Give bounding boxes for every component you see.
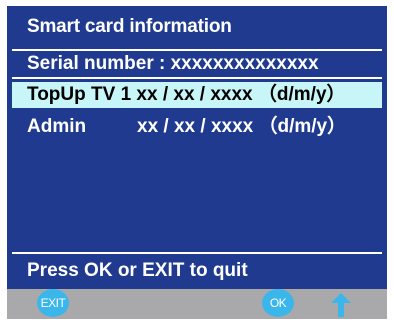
serial-number-label: Serial number : xxxxxxxxxxxxxx	[27, 53, 319, 74]
info-panel: Smart card information Serial number : x…	[7, 6, 387, 289]
admin-date: xx / xx / xxxx （d/m/y）	[137, 116, 347, 137]
footer-instruction: Press OK or EXIT to quit	[27, 260, 248, 281]
exit-button[interactable]: EXIT	[37, 289, 69, 317]
list-item-topup[interactable]: TopUp TV 1 xx / xx / xxxx （d/m/y）	[12, 82, 382, 108]
admin-label: Admin	[27, 116, 87, 137]
list-item-admin[interactable]: Admin xx / xx / xxxx （d/m/y）	[12, 114, 382, 140]
up-arrow-icon[interactable]	[329, 291, 353, 319]
button-bar: EXIT OK	[7, 289, 387, 319]
smart-card-dialog: Smart card information Serial number : x…	[7, 6, 387, 319]
divider	[12, 77, 382, 79]
page-title: Smart card information	[27, 16, 232, 37]
divider	[12, 252, 382, 254]
topup-label: TopUp TV 1 xx / xx / xxxx （d/m/y）	[27, 84, 346, 105]
ok-button[interactable]: OK	[262, 289, 294, 317]
serial-number-row: Serial number : xxxxxxxxxxxxxx	[12, 51, 382, 77]
